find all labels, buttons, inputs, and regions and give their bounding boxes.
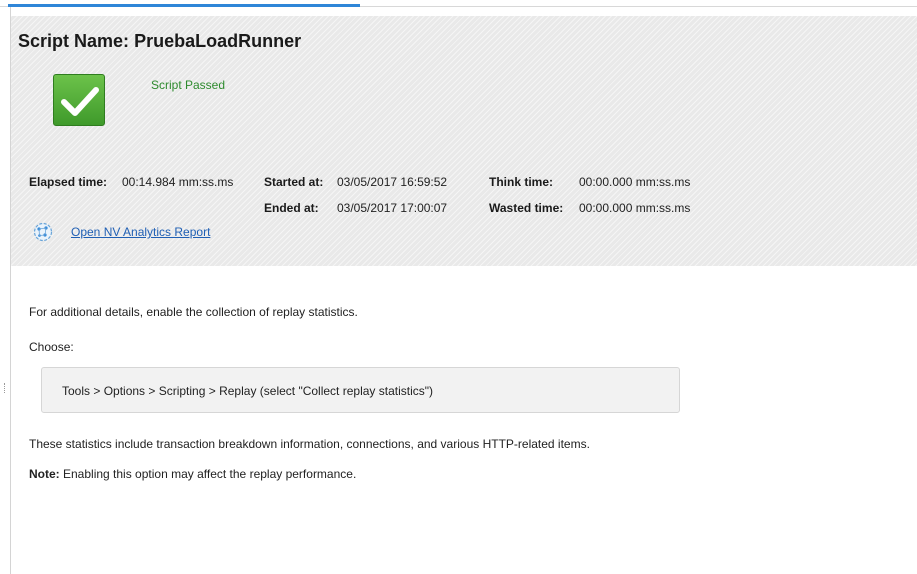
wasted-time-label: Wasted time: [489,201,564,215]
splitter-grip[interactable] [4,383,6,393]
started-at-label: Started at: [264,175,324,189]
ended-at-value: 03/05/2017 17:00:07 [337,201,448,215]
think-time-label: Think time: [489,175,554,189]
elapsed-time-label: Elapsed time: [29,175,108,189]
choose-label: Choose: [29,340,74,354]
started-at-value: 03/05/2017 16:59:52 [337,175,448,189]
open-nv-analytics-link[interactable]: Open NV Analytics Report [71,225,210,239]
script-title: Script Name: PruebaLoadRunner [18,31,301,52]
note-body: Enabling this option may affect the repl… [59,467,357,481]
statistics-info-text: These statistics include transaction bre… [29,437,590,451]
note-label: Note: [29,467,60,481]
network-globe-icon[interactable] [33,222,53,242]
script-name-label: Script Name: [18,31,130,51]
replay-settings-path: Tools > Options > Scripting > Replay (se… [62,384,434,398]
ended-at-label: Ended at: [264,201,319,215]
wasted-time-value: 00:00.000 mm:ss.ms [579,201,691,215]
status-text: Script Passed [151,78,226,92]
replay-settings-path-box: Tools > Options > Scripting > Replay (se… [41,367,680,413]
think-time-value: 00:00.000 mm:ss.ms [579,175,691,189]
note-text: Note: Enabling this option may affect th… [29,467,356,481]
check-icon [53,74,105,126]
active-tab-indicator [8,4,360,7]
top-tab-strip [0,0,917,7]
elapsed-time-value: 00:14.984 mm:ss.ms [122,175,234,189]
script-name-value: PruebaLoadRunner [134,31,302,51]
details-intro-text: For additional details, enable the colle… [29,305,358,319]
